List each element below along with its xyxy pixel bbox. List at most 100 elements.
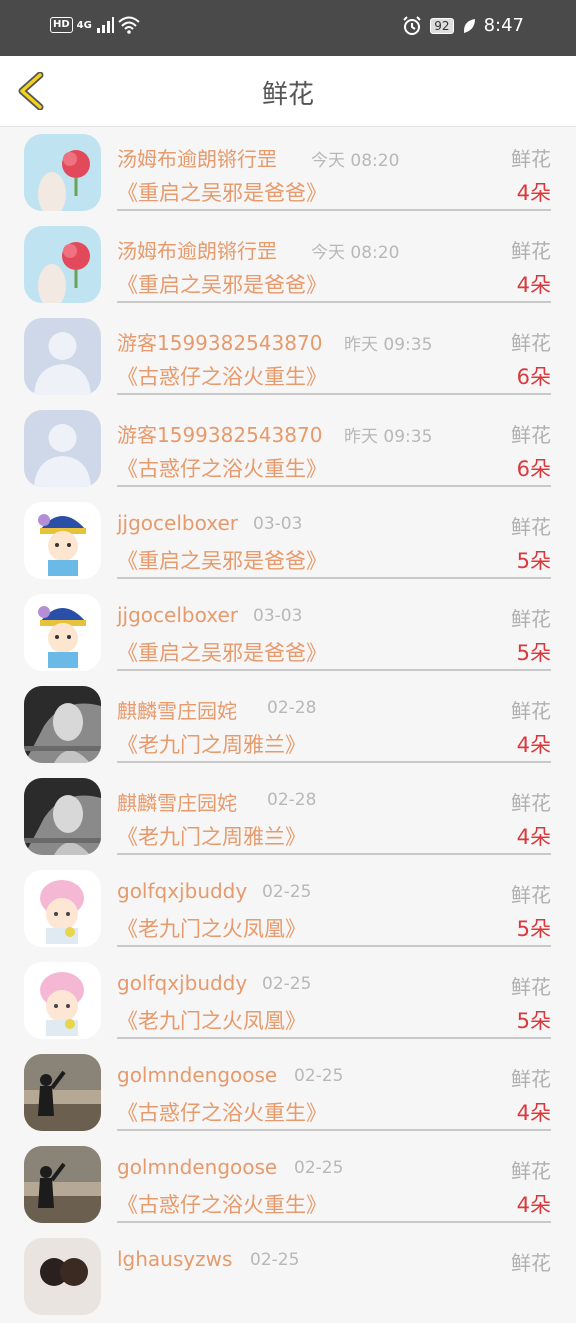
user-name: jjgocelboxer bbox=[117, 603, 238, 627]
book-title[interactable]: 《重启之吴邪是爸爸》 bbox=[117, 545, 327, 575]
book-title[interactable]: 《古惑仔之浴火重生》 bbox=[117, 453, 327, 483]
gift-count: 5朵 bbox=[516, 1009, 551, 1033]
row-divider bbox=[117, 577, 551, 579]
gift-type: 鲜花 bbox=[511, 1067, 551, 1091]
book-title[interactable]: 《老九门之周雅兰》 bbox=[117, 821, 306, 851]
list-item[interactable]: golfqxjbuddy 02-25 鲜花 《老九门之火凤凰》 5朵 bbox=[0, 863, 576, 955]
clock: 8:47 bbox=[483, 15, 524, 36]
list-item[interactable]: 游客1599382543870 昨天 09:35 鲜花 《古惑仔之浴火重生》 6… bbox=[0, 311, 576, 403]
book-title[interactable]: 《老九门之火凤凰》 bbox=[117, 913, 306, 943]
user-name: golfqxjbuddy bbox=[117, 971, 248, 995]
list-item[interactable]: 麒麟雪庄园姹 02-28 鲜花 《老九门之周雅兰》 4朵 bbox=[0, 679, 576, 771]
row-divider bbox=[117, 393, 551, 395]
gift-count: 6朵 bbox=[516, 365, 551, 389]
list-item[interactable]: jjgocelboxer 03-03 鲜花 《重启之吴邪是爸爸》 5朵 bbox=[0, 495, 576, 587]
avatar[interactable] bbox=[24, 686, 101, 763]
avatar[interactable] bbox=[24, 502, 101, 579]
timestamp: 今天 08:20 bbox=[311, 151, 400, 171]
gift-type: 鲜花 bbox=[511, 791, 551, 815]
avatar[interactable] bbox=[24, 870, 101, 947]
timestamp: 昨天 09:35 bbox=[344, 427, 433, 447]
timestamp: 03-03 bbox=[253, 606, 303, 626]
gift-count: 6朵 bbox=[516, 457, 551, 481]
battery-indicator: 92 bbox=[430, 17, 454, 34]
timestamp: 02-25 bbox=[294, 1158, 344, 1178]
book-title[interactable]: 《老九门之火凤凰》 bbox=[117, 1005, 306, 1035]
leaf-icon bbox=[463, 18, 475, 33]
avatar[interactable] bbox=[24, 134, 101, 211]
row-divider bbox=[117, 485, 551, 487]
gift-type: 鲜花 bbox=[511, 1251, 551, 1275]
gift-type: 鲜花 bbox=[511, 883, 551, 907]
row-divider bbox=[117, 945, 551, 947]
avatar[interactable] bbox=[24, 778, 101, 855]
book-title[interactable]: 《老九门之周雅兰》 bbox=[117, 729, 306, 759]
user-name: jjgocelboxer bbox=[117, 511, 238, 535]
list-item[interactable]: golmndengoose 02-25 鲜花 《古惑仔之浴火重生》 4朵 bbox=[0, 1139, 576, 1231]
timestamp: 02-25 bbox=[262, 882, 312, 902]
avatar[interactable] bbox=[24, 594, 101, 671]
user-name: 汤姆布逾朗锵行罡 bbox=[117, 147, 277, 171]
book-title[interactable]: 《重启之吴邪是爸爸》 bbox=[117, 637, 327, 667]
list-item[interactable]: jjgocelboxer 03-03 鲜花 《重启之吴邪是爸爸》 5朵 bbox=[0, 587, 576, 679]
list-item[interactable]: golmndengoose 02-25 鲜花 《古惑仔之浴火重生》 4朵 bbox=[0, 1047, 576, 1139]
status-bar: HD 4G 92 8:47 bbox=[0, 0, 576, 56]
avatar[interactable] bbox=[24, 226, 101, 303]
gift-type: 鲜花 bbox=[511, 147, 551, 171]
user-name: 汤姆布逾朗锵行罡 bbox=[117, 239, 277, 263]
book-title[interactable]: 《古惑仔之浴火重生》 bbox=[117, 1189, 327, 1219]
avatar[interactable] bbox=[24, 1146, 101, 1223]
user-name: 麒麟雪庄园姹 bbox=[117, 699, 237, 723]
flower-record-list: 汤姆布逾朗锵行罡 今天 08:20 鲜花 《重启之吴邪是爸爸》 4朵 汤姆布逾朗… bbox=[0, 127, 576, 1323]
gift-count: 4朵 bbox=[516, 1101, 551, 1125]
row-divider bbox=[117, 761, 551, 763]
hd-badge: HD bbox=[50, 17, 73, 33]
row-divider bbox=[117, 669, 551, 671]
gift-type: 鲜花 bbox=[511, 699, 551, 723]
avatar[interactable] bbox=[24, 1238, 101, 1315]
avatar[interactable] bbox=[24, 318, 101, 395]
user-name: lghausyzws bbox=[117, 1247, 233, 1271]
timestamp: 02-25 bbox=[262, 974, 312, 994]
user-name: 游客1599382543870 bbox=[117, 331, 323, 355]
list-item[interactable]: 汤姆布逾朗锵行罡 今天 08:20 鲜花 《重启之吴邪是爸爸》 4朵 bbox=[0, 127, 576, 219]
list-item[interactable]: lghausyzws 02-25 鲜花 bbox=[0, 1231, 576, 1323]
timestamp: 03-03 bbox=[253, 514, 303, 534]
gift-type: 鲜花 bbox=[511, 515, 551, 539]
avatar[interactable] bbox=[24, 410, 101, 487]
book-title[interactable]: 《重启之吴邪是爸爸》 bbox=[117, 269, 327, 299]
timestamp: 02-25 bbox=[250, 1250, 300, 1270]
avatar[interactable] bbox=[24, 962, 101, 1039]
gift-count: 4朵 bbox=[516, 825, 551, 849]
gift-type: 鲜花 bbox=[511, 239, 551, 263]
list-item[interactable]: 游客1599382543870 昨天 09:35 鲜花 《古惑仔之浴火重生》 6… bbox=[0, 403, 576, 495]
book-title[interactable]: 《古惑仔之浴火重生》 bbox=[117, 1097, 327, 1127]
network-label: 4G bbox=[76, 19, 92, 31]
avatar[interactable] bbox=[24, 1054, 101, 1131]
gift-count: 5朵 bbox=[516, 917, 551, 941]
user-name: golfqxjbuddy bbox=[117, 879, 248, 903]
timestamp: 02-28 bbox=[267, 790, 317, 810]
gift-count: 4朵 bbox=[516, 733, 551, 757]
row-divider bbox=[117, 1037, 551, 1039]
book-title[interactable]: 《古惑仔之浴火重生》 bbox=[117, 361, 327, 391]
timestamp: 02-28 bbox=[267, 698, 317, 718]
list-item[interactable]: 麒麟雪庄园姹 02-28 鲜花 《老九门之周雅兰》 4朵 bbox=[0, 771, 576, 863]
list-item[interactable]: 汤姆布逾朗锵行罡 今天 08:20 鲜花 《重启之吴邪是爸爸》 4朵 bbox=[0, 219, 576, 311]
list-item[interactable]: golfqxjbuddy 02-25 鲜花 《老九门之火凤凰》 5朵 bbox=[0, 955, 576, 1047]
gift-type: 鲜花 bbox=[511, 607, 551, 631]
wifi-icon bbox=[118, 16, 140, 34]
signal-icon bbox=[96, 17, 114, 33]
header-bar: 鲜花 bbox=[0, 56, 576, 127]
gift-count: 5朵 bbox=[516, 641, 551, 665]
user-name: golmndengoose bbox=[117, 1063, 278, 1087]
page-title: 鲜花 bbox=[261, 80, 314, 110]
row-divider bbox=[117, 209, 551, 211]
gift-count: 4朵 bbox=[516, 273, 551, 297]
row-divider bbox=[117, 1129, 551, 1131]
gift-type: 鲜花 bbox=[511, 975, 551, 999]
book-title[interactable]: 《重启之吴邪是爸爸》 bbox=[117, 177, 327, 207]
row-divider bbox=[117, 301, 551, 303]
user-name: golmndengoose bbox=[117, 1155, 278, 1179]
status-right: 92 8:47 bbox=[402, 15, 524, 36]
